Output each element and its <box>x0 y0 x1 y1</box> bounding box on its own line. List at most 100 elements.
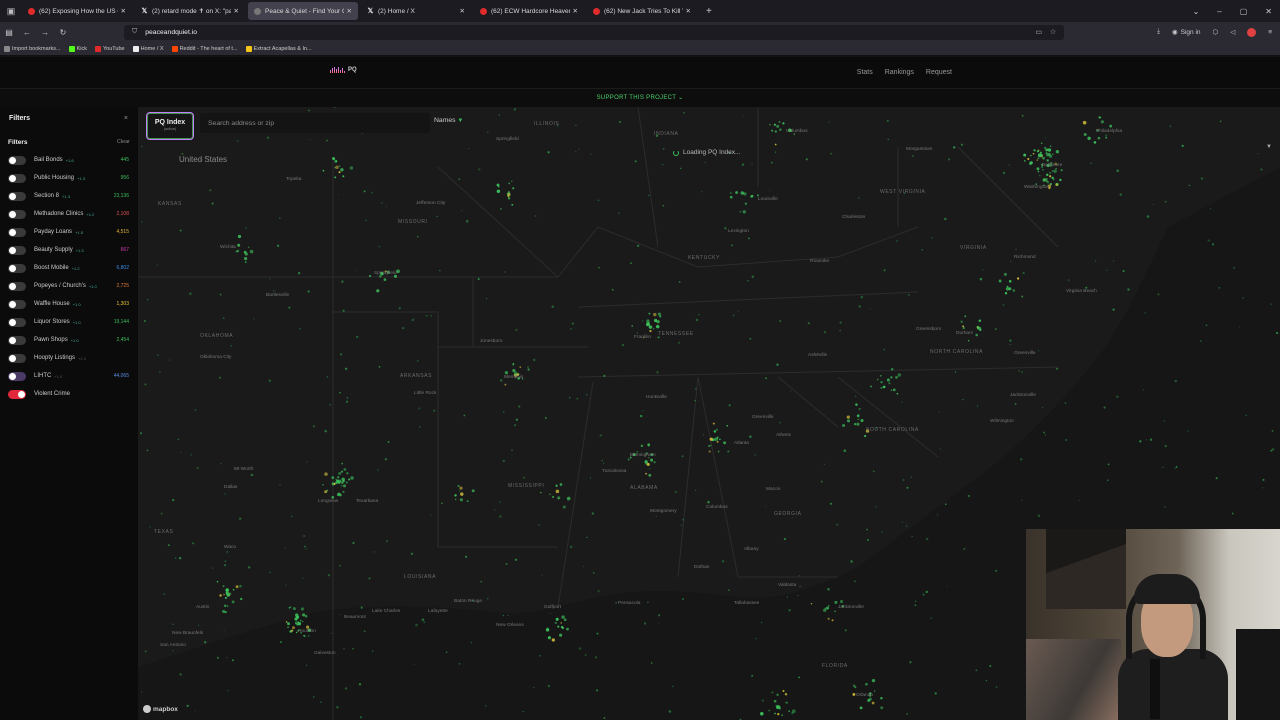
density-dot <box>842 423 846 428</box>
density-dot <box>247 246 250 248</box>
extensions-icon[interactable]: ⬡ <box>1213 28 1219 36</box>
filter-toggle[interactable] <box>8 389 26 399</box>
density-dot <box>1016 277 1020 280</box>
density-dot <box>322 169 325 172</box>
density-dot <box>555 617 559 621</box>
new-tab-icon[interactable]: + <box>706 6 712 17</box>
filter-toggle[interactable] <box>8 335 26 345</box>
shield-icon[interactable]: ⛉ <box>132 28 137 36</box>
reload-icon[interactable]: ↻ <box>54 28 72 37</box>
filter-row[interactable]: Beauty Supply +1.3 667 <box>0 241 138 259</box>
filter-toggle[interactable] <box>8 155 26 165</box>
filter-count: 956 <box>120 175 129 181</box>
bookmark-star-icon[interactable]: ☆ <box>1050 28 1056 36</box>
density-dot <box>1010 260 1012 262</box>
sign-in-button[interactable]: ◉ Sign in <box>1172 28 1201 37</box>
downloads-icon[interactable]: ⤓ <box>1157 28 1160 36</box>
tab-list-icon[interactable]: ▣ <box>0 0 22 22</box>
extension-avatar[interactable] <box>1247 27 1257 37</box>
url-bar[interactable]: ⛉ peaceandquiet.io ▭ ☆ <box>124 24 1064 40</box>
site-nav-link-request[interactable]: Request <box>926 69 952 76</box>
close-tab-icon[interactable]: ✕ <box>460 7 465 15</box>
list-all-tabs-icon[interactable]: ⌄ <box>1193 7 1200 16</box>
filter-row[interactable]: Popeyes / Church's +1.0 2,725 <box>0 277 138 295</box>
density-dot <box>547 684 551 688</box>
filter-row[interactable]: Boost Mobile +1.2 6,802 <box>0 259 138 277</box>
clear-filters-button[interactable]: Clear <box>117 139 130 146</box>
density-dot <box>1021 499 1023 501</box>
bookmark-item[interactable]: Kick <box>68 45 87 52</box>
density-dot <box>507 197 511 200</box>
filter-toggle[interactable] <box>8 173 26 183</box>
site-nav-link-stats[interactable]: Stats <box>857 69 873 76</box>
filter-toggle[interactable] <box>8 191 26 201</box>
filter-row[interactable]: Hoopty Listings +1.0 <box>0 349 138 367</box>
filter-row[interactable]: LIHTC +1.0 44,065 <box>0 367 138 385</box>
filter-toggle[interactable] <box>8 227 26 237</box>
minimize-icon[interactable]: – <box>1217 7 1221 16</box>
browser-tab[interactable]: (62) Exposing How the US Gove ✕ <box>22 2 132 20</box>
filter-row[interactable]: Waffle House +1.0 1,303 <box>0 295 138 313</box>
filter-row[interactable]: Pawn Shops +1.0 2,454 <box>0 331 138 349</box>
mapbox-attribution[interactable]: mapbox <box>143 705 178 713</box>
filter-toggle[interactable] <box>8 209 26 219</box>
density-dot <box>682 598 684 600</box>
sidebar-icon[interactable]: ▤ <box>0 28 18 37</box>
names-dropdown[interactable]: Names ▼ <box>434 117 463 124</box>
close-tab-icon[interactable]: ✕ <box>121 7 126 15</box>
density-dot <box>1271 448 1275 451</box>
filter-row[interactable]: Payday Loans +1.5 4,515 <box>0 223 138 241</box>
close-tab-icon[interactable]: ✕ <box>686 7 691 15</box>
density-dot <box>1055 150 1060 154</box>
density-dot <box>354 270 356 272</box>
filter-toggle[interactable] <box>8 371 26 381</box>
back-icon[interactable]: ← <box>18 28 36 37</box>
filter-row[interactable]: Bail Bonds +1.6 445 <box>0 151 138 169</box>
filter-row[interactable]: Violent Crime <box>0 385 138 403</box>
density-dot <box>839 600 844 604</box>
map-menu-caret-icon[interactable]: ▼ <box>1266 144 1272 150</box>
pq-index-button[interactable]: PQ Index (active) <box>146 112 194 140</box>
search-input[interactable] <box>208 119 430 127</box>
filter-toggle[interactable] <box>8 281 26 291</box>
filter-toggle[interactable] <box>8 263 26 273</box>
filter-toggle[interactable] <box>8 353 26 363</box>
browser-tab[interactable]: (62) New Jack Tries To Kill Vic G ✕ <box>587 2 697 20</box>
close-tab-icon[interactable]: ✕ <box>234 7 239 15</box>
mute-icon[interactable]: ◁ <box>1230 28 1235 36</box>
close-window-icon[interactable]: ✕ <box>1265 7 1272 16</box>
density-dot <box>870 385 872 388</box>
close-tab-icon[interactable]: ✕ <box>347 7 352 15</box>
filter-row[interactable]: Liquor Stores +1.0 19,144 <box>0 313 138 331</box>
bookmark-item[interactable]: YouTube <box>95 45 125 52</box>
filter-row[interactable]: Public Housing +1.3 956 <box>0 169 138 187</box>
menu-icon[interactable]: ≡ <box>1268 29 1272 36</box>
density-dot <box>358 683 362 686</box>
filter-row[interactable]: Section 8 +1.3 23,136 <box>0 187 138 205</box>
site-nav-link-rankings[interactable]: Rankings <box>885 69 914 76</box>
forward-icon[interactable]: → <box>36 28 54 37</box>
density-dot <box>960 143 964 146</box>
city-label: Jacksonville <box>838 605 864 610</box>
filter-toggle[interactable] <box>8 299 26 309</box>
reader-view-icon[interactable]: ▭ <box>1035 28 1041 36</box>
browser-tab[interactable]: 𝕏 (2) Home / X ✕ <box>361 2 471 20</box>
maximize-icon[interactable]: ▢ <box>1240 7 1248 16</box>
close-tab-icon[interactable]: ✕ <box>573 7 578 15</box>
filter-toggle[interactable] <box>8 317 26 327</box>
browser-tab[interactable]: (62) ECW Hardcore Heaven - S ✕ <box>474 2 584 20</box>
close-sidebar-icon[interactable]: × <box>124 115 128 122</box>
bookmark-item[interactable]: Home / X <box>132 45 164 52</box>
bookmark-item[interactable]: Reddit - The heart of t... <box>171 45 238 52</box>
support-project-link[interactable]: SUPPORT THIS PROJECT ⌄ <box>0 89 1280 107</box>
filter-toggle[interactable] <box>8 245 26 255</box>
browser-tab[interactable]: Peace & Quiet - Find Your Quie ✕ <box>248 2 358 20</box>
site-logo[interactable]: PQ <box>330 67 357 73</box>
browser-tab[interactable]: 𝕏 (2) retard mode ✝ on X: "patrio ✕ <box>135 2 245 20</box>
sign-in-label: Sign in <box>1180 28 1201 36</box>
city-label: Atlanta <box>734 441 749 446</box>
filter-row[interactable]: Methadone Clinics +1.2 2,108 <box>0 205 138 223</box>
density-dot <box>910 476 912 478</box>
bookmark-item[interactable]: Import bookmarks... <box>4 45 61 52</box>
bookmark-item[interactable]: Extract Acapellas & In... <box>245 45 312 52</box>
